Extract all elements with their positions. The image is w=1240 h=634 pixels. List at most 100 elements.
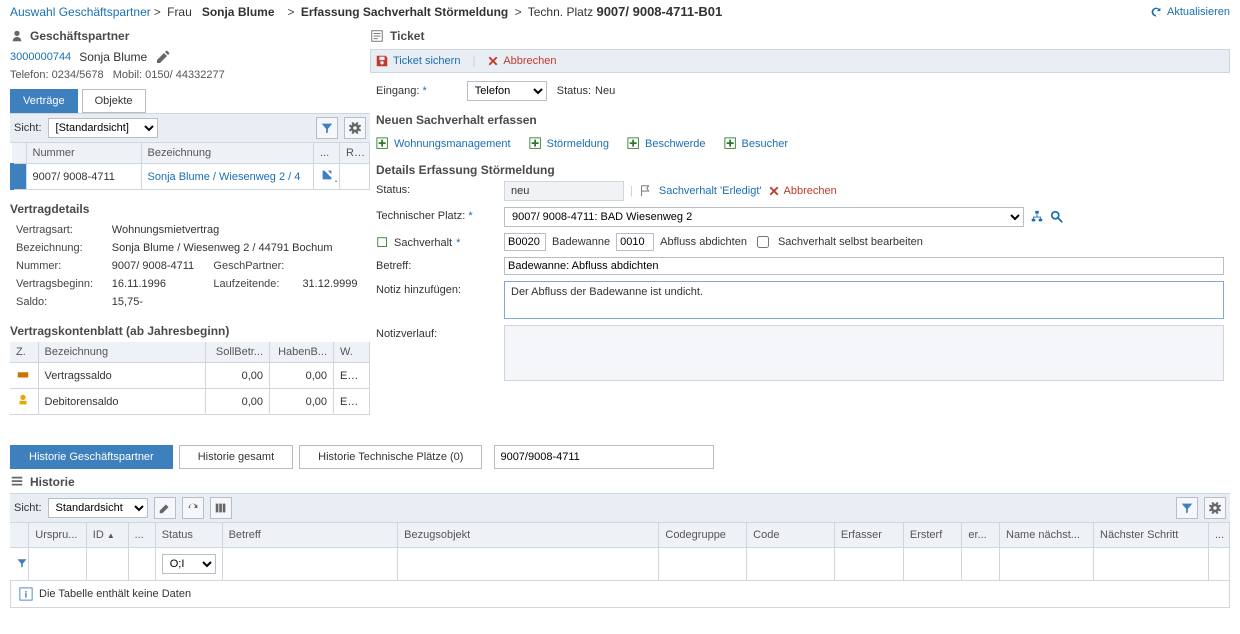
refresh-button[interactable]: Aktualisieren <box>1149 5 1230 19</box>
breadcrumb-root[interactable]: Auswahl Geschäftspartner <box>10 5 151 19</box>
col-bezeichnung[interactable]: Bezeichnung <box>141 143 314 164</box>
bp-id[interactable]: 3000000744 <box>10 51 71 63</box>
code1-text: Badewanne <box>552 236 610 248</box>
details-head: Details Erfassung Störmeldung <box>376 163 1230 177</box>
left-tabs: Verträge Objekte <box>10 89 370 113</box>
link-beschwerde[interactable]: Beschwerde <box>627 137 706 151</box>
neu-sachverhalt-head: Neuen Sachverhalt erfassen <box>376 113 1230 127</box>
person-icon <box>10 29 24 43</box>
edit-icon[interactable] <box>155 49 171 65</box>
status-filter[interactable]: O;I <box>162 554 216 574</box>
tab-contracts[interactable]: Verträge <box>10 89 78 113</box>
sicht-label: Sicht: <box>14 122 42 134</box>
sicht-select[interactable]: [Standardsicht] <box>48 118 158 138</box>
add-icon <box>376 137 390 151</box>
bp-name: Sonja Blume <box>79 50 147 64</box>
contract-details-head: Vertragdetails <box>10 202 370 216</box>
add-icon <box>529 137 543 151</box>
add-icon <box>724 137 738 151</box>
status-label: Status: <box>557 85 591 97</box>
betreff-label: Betreff: <box>376 257 496 272</box>
code1-input[interactable] <box>504 233 546 251</box>
betreff-input[interactable] <box>504 257 1224 275</box>
edit-view-button[interactable] <box>154 497 176 519</box>
status-value: Neu <box>595 85 615 97</box>
konto-row: Vertragssaldo 0,00 0,00 EUR <box>10 363 370 389</box>
save-icon <box>375 54 389 68</box>
filter-row: O;I <box>10 548 1230 581</box>
balance-icon <box>16 367 30 381</box>
hist-settings-button[interactable] <box>1204 497 1226 519</box>
filter-button[interactable] <box>316 117 338 139</box>
contract-row[interactable]: 9007/ 9008-4711 Sonja Blume / Wiesenweg … <box>12 164 370 190</box>
konto-grid: Z. Bezeichnung SollBetr... HabenB... W. … <box>10 342 370 415</box>
ticket-save-button[interactable]: Ticket sichern <box>375 54 460 68</box>
contact-line: Telefon: 0234/5678 Mobil: 0150/ 44332277 <box>10 69 370 81</box>
link-besucher[interactable]: Besucher <box>724 137 788 151</box>
eingang-label: Eingang: * <box>376 85 427 97</box>
contract-details: Vertragsart:Wohnungsmietvertrag Bezeichn… <box>10 220 370 312</box>
person-balance-icon <box>16 393 30 407</box>
konto-head: Vertragskontenblatt (ab Jahresbeginn) <box>10 324 370 338</box>
empty-message: i Die Tabelle enthält keine Daten <box>10 581 1230 608</box>
eingang-select[interactable]: Telefon <box>467 81 547 101</box>
col-r[interactable]: R... <box>340 143 370 164</box>
tab-historie-bp[interactable]: Historie Geschäftspartner <box>10 445 173 469</box>
refresh-label: Aktualisieren <box>1167 6 1230 18</box>
link-wohnungsmanagement[interactable]: Wohnungsmanagement <box>376 137 511 151</box>
historie-head: Historie <box>30 475 75 489</box>
col-dots[interactable]: ... <box>314 143 340 164</box>
col-nummer[interactable]: Nummer <box>26 143 141 164</box>
bp-section-title: Geschäftspartner <box>30 29 129 43</box>
link-stoermeldung[interactable]: Störmeldung <box>529 137 609 151</box>
tab-historie-gesamt[interactable]: Historie gesamt <box>179 445 293 469</box>
self-checkbox[interactable] <box>757 236 769 248</box>
tp-select[interactable]: 9007/ 9008-4711: BAD Wiesenweg 2 <box>504 207 1024 227</box>
code2-input[interactable] <box>616 233 654 251</box>
columns-button[interactable] <box>210 497 232 519</box>
close-icon <box>487 55 499 67</box>
notiz-input[interactable]: Der Abfluss der Badewanne ist undicht. <box>504 281 1224 319</box>
form-cancel-button[interactable]: Abbrechen <box>768 185 837 197</box>
ticket-cancel-button[interactable]: Abbrechen <box>487 55 556 67</box>
tab-historie-tp[interactable]: Historie Technische Plätze (0) <box>299 445 482 469</box>
info-icon: i <box>19 587 33 601</box>
breadcrumb-context-label: Techn. Platz <box>528 5 593 19</box>
list-icon <box>10 475 24 489</box>
historie-tabs: Historie Geschäftspartner Historie gesam… <box>10 445 1230 469</box>
notizverlauf-box <box>504 325 1224 381</box>
breadcrumb-person-name: Sonja Blume <box>202 5 275 19</box>
tab-objects[interactable]: Objekte <box>82 89 146 113</box>
link-icon <box>376 236 390 250</box>
code2-text: Abfluss abdichten <box>660 236 747 248</box>
hist-sicht-select[interactable]: Standardsicht <box>48 498 148 518</box>
historie-search[interactable] <box>494 445 714 469</box>
notiz-label: Notiz hinzufügen: <box>376 281 496 296</box>
refresh-icon <box>1149 5 1163 19</box>
breadcrumb-step: Erfassung Sachverhalt Störmeldung <box>301 5 508 19</box>
hist-sicht-label: Sicht: <box>14 502 42 514</box>
ticket-icon <box>370 29 384 43</box>
contracts-grid: Nummer Bezeichnung ... R... 9007/ 9008-4… <box>10 143 370 190</box>
konto-row: Debitorensaldo 0,00 0,00 EUR <box>10 389 370 415</box>
historie-grid: Urspru... ID ▲ ... Status Betreff Bezugs… <box>10 523 1230 581</box>
add-icon <box>627 137 641 151</box>
hist-filter-button[interactable] <box>1176 497 1198 519</box>
tool-button-1[interactable] <box>182 497 204 519</box>
tp-label: Technischer Platz: * <box>376 207 496 222</box>
filter-icon[interactable] <box>16 557 28 569</box>
self-label: Sachverhalt selbst bearbeiten <box>778 236 923 248</box>
form-status-label: Status: <box>376 181 496 196</box>
ticket-head: Ticket <box>390 29 424 43</box>
sachverhalt-link[interactable]: Sachverhalt * <box>376 233 496 250</box>
close-icon <box>768 185 780 197</box>
svg-text:i: i <box>25 590 28 601</box>
verlauf-label: Notizverlauf: <box>376 325 496 340</box>
link-icon[interactable] <box>320 168 334 182</box>
erledigt-button[interactable]: Sachverhalt 'Erledigt' <box>659 185 762 197</box>
flag-icon <box>639 184 653 198</box>
settings-button[interactable] <box>344 117 366 139</box>
breadcrumb: Auswahl Geschäftspartner> Frau Sonja Blu… <box>10 4 722 19</box>
tree-icon[interactable] <box>1030 210 1044 224</box>
search-icon[interactable] <box>1050 210 1064 224</box>
